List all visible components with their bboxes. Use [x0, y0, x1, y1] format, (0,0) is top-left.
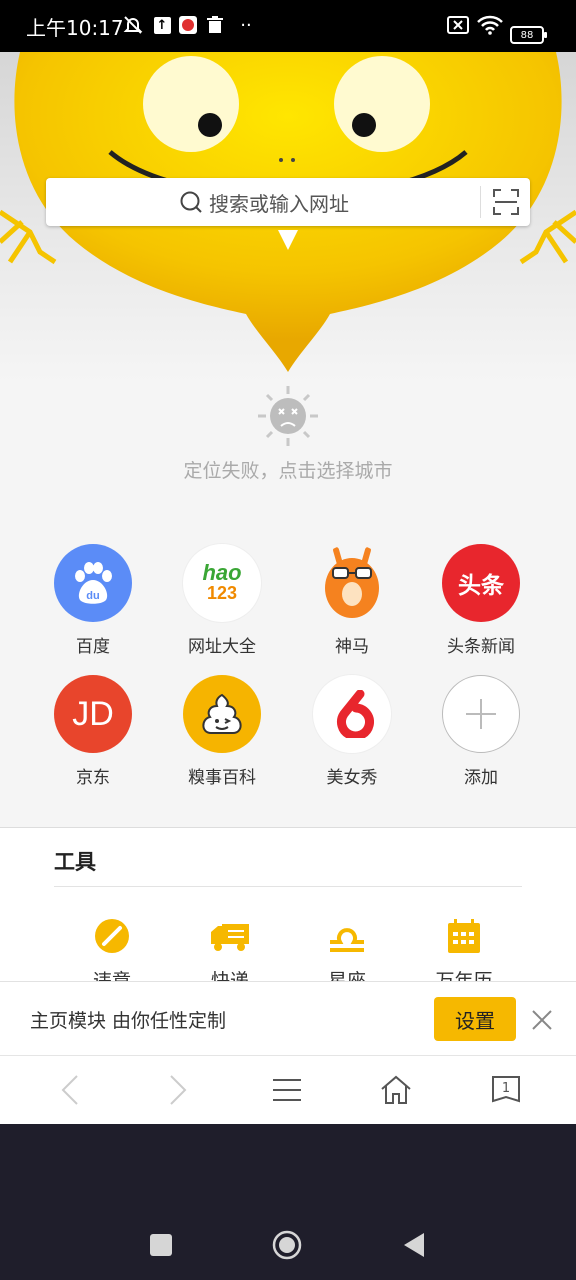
tabs-icon[interactable]: 1	[486, 1070, 526, 1110]
trash-icon	[205, 14, 225, 36]
home-icon[interactable]	[376, 1070, 416, 1110]
tools-title: 工具	[54, 850, 96, 874]
shortcut-label: 糗事百科	[188, 768, 256, 788]
back-triangle-icon[interactable]	[402, 1232, 426, 1258]
tool-violation[interactable]: 违章	[62, 918, 162, 988]
search-placeholder: 搜索或输入网址	[209, 191, 349, 216]
tool-calendar[interactable]: 万年历	[414, 918, 514, 988]
upload-icon: ↑	[152, 14, 172, 36]
meinvxiu-icon	[313, 675, 391, 753]
search-divider	[480, 186, 481, 218]
shenma-alpaca-icon	[313, 544, 391, 622]
scan-icon[interactable]	[492, 188, 520, 216]
shortcut-label: 添加	[464, 768, 498, 788]
search-bar[interactable]: 搜索或输入网址	[46, 178, 530, 226]
app-notification-icon	[178, 14, 198, 36]
tools-card: 工具 违章 快递 星座 万年历	[0, 827, 576, 988]
shortcut-label: 京东	[76, 768, 110, 788]
no-entry-icon	[95, 919, 129, 953]
truck-icon	[211, 924, 249, 951]
location-failed-text[interactable]: 定位失败，点击选择城市	[0, 456, 576, 483]
more-dots-icon: ··	[240, 14, 252, 36]
shortcut-baidu[interactable]: du 百度	[33, 544, 153, 674]
status-time: 上午10:17	[26, 16, 124, 40]
mute-bell-icon	[120, 14, 146, 36]
battery-icon: 88	[510, 26, 547, 44]
settings-button[interactable]: 设置	[434, 997, 516, 1041]
home-circle-icon[interactable]	[272, 1230, 302, 1260]
shortcut-meinvxiu[interactable]: 美女秀	[292, 675, 412, 805]
status-bar: 上午10:17 ↑ ·· 88	[0, 0, 576, 52]
forward-icon[interactable]	[158, 1070, 198, 1110]
toutiao-icon: 头条	[442, 544, 520, 622]
libra-icon	[330, 928, 364, 952]
system-nav-bar	[0, 1124, 576, 1280]
sad-sun-icon[interactable]	[258, 386, 318, 446]
toutiao-logo-text: 头条	[458, 573, 504, 599]
back-icon[interactable]	[50, 1070, 90, 1110]
shortcut-label: 美女秀	[326, 768, 378, 788]
close-icon[interactable]	[530, 1008, 554, 1032]
customize-banner: 主页模块 由你任性定制 设置	[0, 981, 576, 1056]
shortcut-label: 神马	[335, 637, 369, 657]
search-input[interactable]: 搜索或输入网址	[46, 178, 482, 226]
jd-icon: JD	[54, 675, 132, 753]
plus-icon	[442, 675, 520, 753]
tool-horoscope[interactable]: 星座	[297, 918, 397, 988]
shortcut-shenma[interactable]: 神马	[292, 544, 412, 674]
calendar-icon	[448, 919, 480, 953]
jd-logo-text: JD	[72, 694, 114, 733]
shortcut-toutiao[interactable]: 头条 头条新闻	[421, 544, 541, 674]
shortcut-qiushi[interactable]: 糗事百科	[162, 675, 282, 805]
search-icon	[180, 191, 202, 213]
shortcut-hao123[interactable]: hao 123 网址大全	[162, 544, 282, 674]
tool-express[interactable]: 快递	[180, 918, 280, 988]
shortcut-label: 网址大全	[188, 637, 256, 657]
hao123-icon: hao 123	[183, 544, 261, 622]
qiushi-icon	[183, 675, 261, 753]
shortcut-label: 头条新闻	[447, 637, 515, 657]
banner-text: 主页模块 由你任性定制	[30, 1010, 227, 1032]
shortcut-label: 百度	[76, 637, 110, 657]
tab-count: 1	[501, 1080, 511, 1096]
shortcut-add[interactable]: 添加	[421, 675, 541, 805]
wifi-icon	[476, 14, 504, 36]
baidu-icon: du	[54, 544, 132, 622]
menu-icon[interactable]	[267, 1070, 307, 1110]
recents-square-icon[interactable]	[150, 1234, 172, 1256]
svg-text:du: du	[86, 590, 99, 602]
battery-level: 88	[520, 29, 534, 41]
shortcut-jd[interactable]: JD 京东	[33, 675, 153, 805]
home-header: 搜索或输入网址 定位失败，点击选择城市	[0, 52, 576, 510]
tools-divider	[54, 886, 522, 887]
hao123-text-top: hao	[202, 560, 242, 585]
browser-toolbar: 1	[0, 1055, 576, 1124]
hao123-text-bottom: 123	[206, 583, 238, 603]
no-sim-icon	[446, 14, 470, 36]
